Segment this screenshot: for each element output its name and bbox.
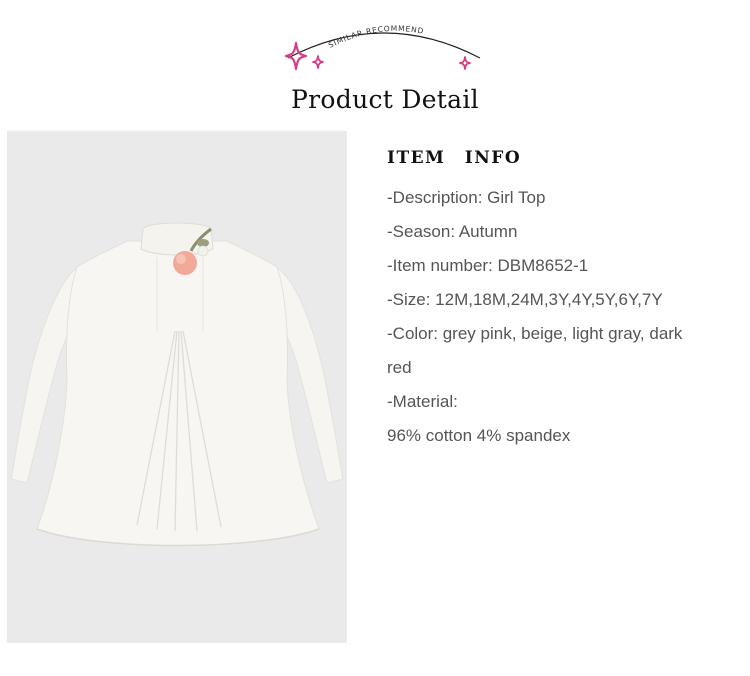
- sparkle-icon: [459, 56, 471, 70]
- sparkle-icon: [312, 55, 324, 69]
- item-info-heading: ITEM INFO: [387, 148, 522, 168]
- item-info-panel: ITEM INFO -Description: Girl Top -Season…: [387, 145, 727, 453]
- item-info-material-value: 96% cotton 4% spandex: [387, 426, 571, 445]
- product-photo: [7, 131, 347, 643]
- banner-arc-line: [287, 32, 481, 59]
- item-info-size: -Size: 12M,18M,24M,3Y,4Y,5Y,6Y,7Y: [387, 290, 663, 309]
- similar-recommend-banner: SIMILAR RECOMMEND: [272, 14, 482, 84]
- item-info-season: -Season: Autumn: [387, 222, 518, 241]
- sparkle-icon: [284, 41, 308, 71]
- item-info-item-number: -Item number: DBM8652-1: [387, 256, 589, 275]
- page-title: Product Detail: [291, 85, 479, 114]
- item-info-description: -Description: Girl Top: [387, 188, 546, 207]
- item-info-color-cont: red: [387, 358, 412, 377]
- banner-arc-text: SIMILAR RECOMMEND: [327, 24, 425, 50]
- item-info-color: -Color: grey pink, beige, light gray, da…: [387, 324, 683, 343]
- item-info-material-label: -Material:: [387, 392, 458, 411]
